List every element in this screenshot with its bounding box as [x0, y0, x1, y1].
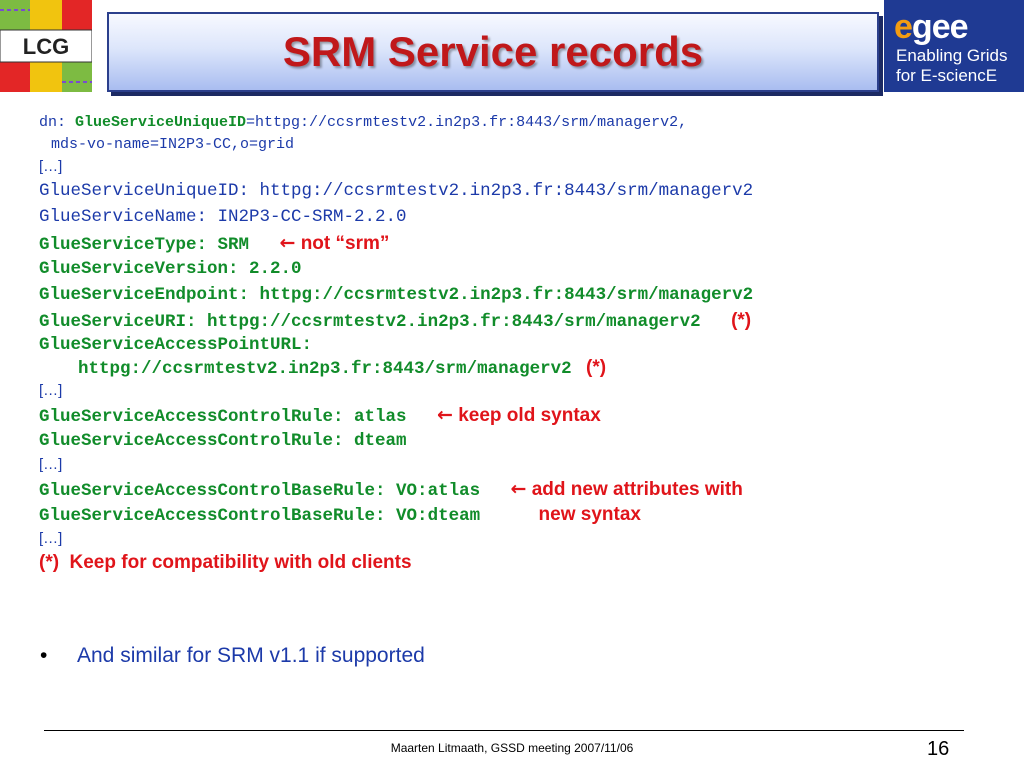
service-uri-line: GlueServiceURI: httpg://ccsrmtestv2.in2p…: [39, 310, 752, 332]
service-type-line: GlueServiceType: SRM ← not “srm”: [39, 232, 390, 255]
page-title: SRM Service records: [282, 28, 704, 75]
left-arrow-icon: ←: [510, 478, 527, 500]
svg-text:LCG: LCG: [23, 34, 69, 59]
acbr-dteam-line: GlueServiceAccessControlBaseRule: VO:dte…: [39, 504, 641, 526]
dn-line-2: mds-vo-name=IN2P3-CC,o=grid: [51, 136, 295, 153]
left-arrow-icon: ←: [437, 404, 453, 426]
service-endpoint-line: GlueServiceEndpoint: httpg://ccsrmtestv2…: [39, 285, 754, 305]
service-name-line: GlueServiceName: IN2P3-CC-SRM-2.2.0: [39, 207, 407, 227]
unique-id-line: GlueServiceUniqueID: httpg://ccsrmtestv2…: [39, 181, 754, 201]
acbr-atlas-line: GlueServiceAccessControlBaseRule: VO:atl…: [39, 478, 743, 501]
ellipsis-1: […]: [39, 158, 63, 175]
acr-dteam-line: GlueServiceAccessControlRule: dteam: [39, 431, 407, 451]
service-version-line: GlueServiceVersion: 2.2.0: [39, 259, 302, 279]
title-box: SRM Service records: [107, 12, 879, 92]
bullet-item: • And similar for SRM v1.1 if supported: [40, 644, 425, 668]
ellipsis-4: […]: [39, 530, 63, 547]
page-number: 16: [927, 738, 950, 760]
ellipsis-3: […]: [39, 456, 63, 473]
ellipsis-2: […]: [39, 382, 63, 399]
footer-text: Maarten Litmaath, GSSD meeting 2007/11/0…: [390, 741, 634, 755]
slide-content: dn: GlueServiceUniqueID=httpg://ccsrmtes…: [39, 112, 1014, 576]
left-arrow-icon: ←: [279, 232, 296, 254]
egee-tagline-2: for E-sciencE: [896, 66, 998, 85]
acr-atlas-line: GlueServiceAccessControlRule: atlas ← ke…: [39, 404, 601, 427]
egee-tagline-1: Enabling Grids: [896, 46, 1008, 65]
access-point-value-line: httpg://ccsrmtestv2.in2p3.fr:8443/srm/ma…: [78, 357, 607, 379]
dn-line: dn: GlueServiceUniqueID=httpg://ccsrmtes…: [39, 114, 688, 131]
egee-logo: egee Enabling Grids for E-sciencE: [884, 0, 1024, 92]
access-point-label: GlueServiceAccessPointURL:: [39, 335, 313, 355]
footer-divider: [44, 730, 964, 731]
bullet-text: And similar for SRM v1.1 if supported: [77, 644, 425, 667]
egee-wordmark: egee: [894, 8, 969, 46]
bullet-symbol: •: [40, 644, 48, 667]
compat-note-line: (*) Keep for compatibility with old clie…: [39, 552, 412, 573]
lcg-logo: LCG: [0, 0, 93, 92]
